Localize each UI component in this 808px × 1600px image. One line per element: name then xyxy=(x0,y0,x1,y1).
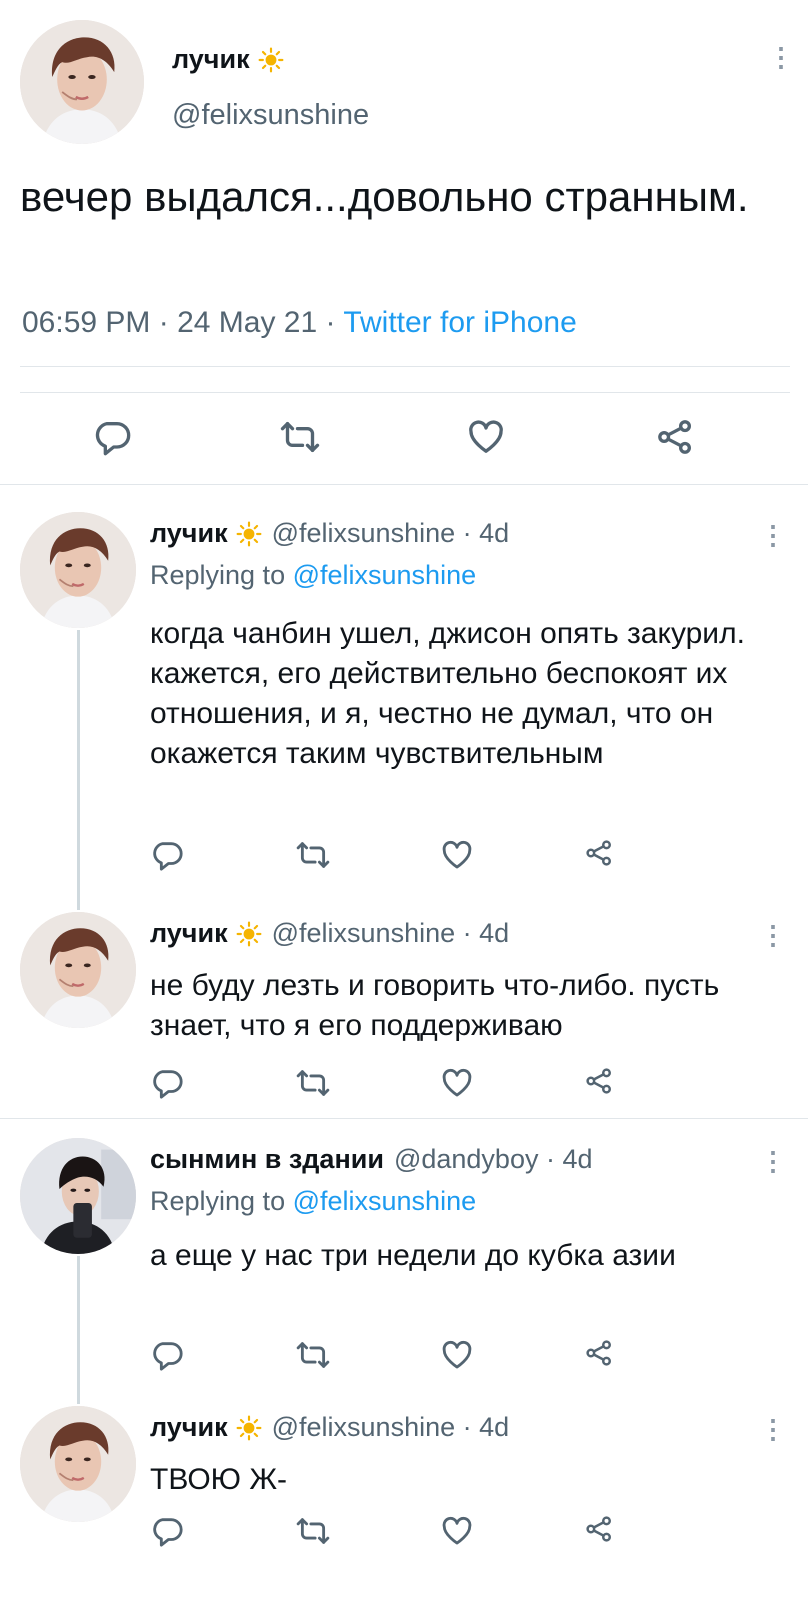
reply-icon[interactable] xyxy=(150,838,184,872)
author-handle[interactable]: @felixsunshine · 4d xyxy=(272,1412,510,1443)
like-icon[interactable] xyxy=(440,1338,474,1372)
author-name-text: лучик xyxy=(150,918,228,948)
share-icon[interactable] xyxy=(584,1066,614,1096)
replying-to: Replying to @felixsunshine xyxy=(150,560,476,591)
reply-actions xyxy=(0,1338,808,1374)
handle-text: @felixsunshine xyxy=(271,518,456,548)
author-name[interactable]: сынмин в здании xyxy=(150,1144,384,1175)
like-icon[interactable] xyxy=(440,838,474,872)
more-icon[interactable]: ⋮ xyxy=(760,1416,786,1442)
tweet-actions xyxy=(0,417,808,457)
reply-age: 4d xyxy=(479,918,510,948)
reply-text: ТВОЮ Ж- xyxy=(150,1463,288,1496)
author-handle[interactable]: @felixsunshine · 4d xyxy=(272,918,510,949)
replying-prefix: Replying to xyxy=(150,1186,293,1216)
reply-text: когда чанбин ушел, джисон опять закурил.… xyxy=(150,617,745,770)
tweet-time[interactable]: 06:59 PM xyxy=(22,306,150,339)
thread-connector xyxy=(77,1256,80,1404)
replying-to: Replying to @felixsunshine xyxy=(150,1186,476,1217)
reply-age: 4d xyxy=(562,1144,593,1174)
meta-separator: · xyxy=(317,306,344,339)
tweet-text: вечер выдался...довольно странным. xyxy=(20,173,749,220)
author-name-text: лучик xyxy=(150,1412,228,1442)
author-name-text: лучик xyxy=(150,518,228,548)
retweet-icon[interactable] xyxy=(296,1514,330,1548)
more-icon[interactable]: ⋮ xyxy=(760,522,786,548)
reply-header: сынмин в здании @dandyboy · 4d xyxy=(150,1144,593,1175)
reply-icon[interactable] xyxy=(150,1066,184,1100)
reply-text: а еще у нас три недели до кубка азии xyxy=(150,1239,676,1272)
sun-icon xyxy=(236,1415,262,1441)
reply-header: лучик @felixsunshine · 4d xyxy=(150,1412,509,1443)
more-icon[interactable]: ⋮ xyxy=(760,922,786,948)
handle-text: @felixsunshine xyxy=(271,1412,456,1442)
reply-icon[interactable] xyxy=(150,1338,184,1372)
like-icon[interactable] xyxy=(440,1066,474,1100)
avatar[interactable] xyxy=(20,512,136,628)
reply-actions xyxy=(0,1514,808,1550)
like-icon[interactable] xyxy=(466,417,506,457)
divider xyxy=(0,484,808,485)
retweet-icon[interactable] xyxy=(280,417,320,457)
avatar[interactable] xyxy=(20,1406,136,1522)
author-name[interactable]: лучик xyxy=(150,1412,262,1443)
reply-actions xyxy=(0,838,808,874)
more-icon[interactable]: ⋮ xyxy=(768,44,794,70)
replying-to-link[interactable]: @felixsunshine xyxy=(293,1186,477,1216)
retweet-icon[interactable] xyxy=(296,1066,330,1100)
sun-icon xyxy=(236,921,262,947)
reply-actions xyxy=(0,1066,808,1102)
divider xyxy=(20,392,790,393)
sun-icon xyxy=(258,47,284,73)
author-name-text: сынмин в здании xyxy=(150,1144,384,1174)
handle-text: @felixsunshine xyxy=(271,918,456,948)
reply-header: лучик @felixsunshine · 4d xyxy=(150,518,509,549)
meta-separator: · xyxy=(150,306,178,339)
reply-icon[interactable] xyxy=(150,1514,184,1548)
share-icon[interactable] xyxy=(584,1514,614,1544)
reply-text: не буду лезть и говорить что-либо. пусть… xyxy=(150,969,720,1042)
more-icon[interactable]: ⋮ xyxy=(760,1148,786,1174)
tweet-date[interactable]: 24 May 21 xyxy=(177,306,317,339)
retweet-icon[interactable] xyxy=(296,838,330,872)
avatar[interactable] xyxy=(20,20,144,144)
sun-icon xyxy=(236,521,262,547)
author-handle[interactable]: @dandyboy · 4d xyxy=(394,1144,593,1175)
author-handle[interactable]: @felixsunshine xyxy=(172,99,369,132)
author-name-text: лучик xyxy=(172,44,250,74)
author-handle[interactable]: @felixsunshine · 4d xyxy=(272,518,510,549)
share-icon[interactable] xyxy=(584,838,614,868)
replying-prefix: Replying to xyxy=(150,560,293,590)
author-name[interactable]: лучик xyxy=(172,44,284,75)
divider xyxy=(0,1118,808,1119)
tweet-source[interactable]: Twitter for iPhone xyxy=(343,306,576,339)
share-icon[interactable] xyxy=(584,1338,614,1368)
share-icon[interactable] xyxy=(655,417,695,457)
author-name[interactable]: лучик xyxy=(150,518,262,549)
avatar[interactable] xyxy=(20,1138,136,1254)
handle-text: @dandyboy xyxy=(393,1144,539,1174)
author-name[interactable]: лучик xyxy=(150,918,262,949)
like-icon[interactable] xyxy=(440,1514,474,1548)
divider xyxy=(20,366,790,367)
reply-header: лучик @felixsunshine · 4d xyxy=(150,918,509,949)
reply-age: 4d xyxy=(479,1412,510,1442)
tweet-meta: 06:59 PM · 24 May 21 · Twitter for iPhon… xyxy=(22,306,577,340)
replying-to-link[interactable]: @felixsunshine xyxy=(293,560,477,590)
avatar[interactable] xyxy=(20,912,136,1028)
reply-age: 4d xyxy=(479,518,510,548)
retweet-icon[interactable] xyxy=(296,1338,330,1372)
reply-icon[interactable] xyxy=(92,417,132,457)
